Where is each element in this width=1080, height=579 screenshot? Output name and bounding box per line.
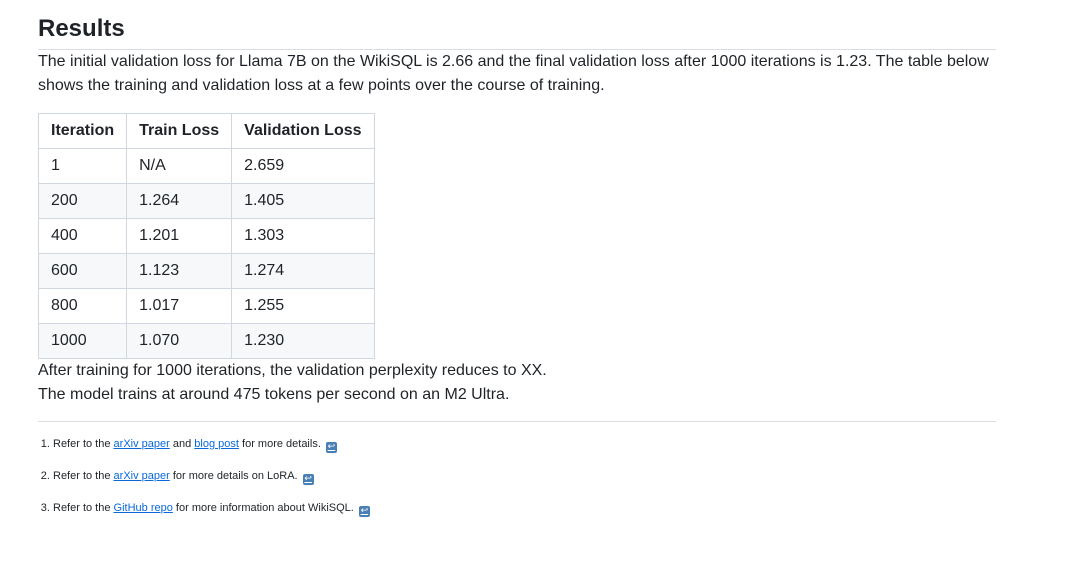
- table-row: 800 1.017 1.255: [37, 288, 375, 324]
- arxiv-paper-link[interactable]: arXiv paper: [114, 438, 170, 450]
- cell-iteration: 400: [37, 218, 128, 254]
- return-arrow-icon[interactable]: ↩: [325, 442, 337, 453]
- github-repo-link[interactable]: GitHub repo: [114, 502, 173, 514]
- table-row: 1000 1.070 1.230: [37, 323, 375, 359]
- footnote-text: Refer to the: [53, 438, 111, 450]
- footnotes: Refer to the arXiv paper and blog post f…: [38, 421, 996, 518]
- arxiv-paper-link[interactable]: arXiv paper: [114, 470, 170, 482]
- cell-validation-loss: 1.405: [231, 183, 375, 219]
- cell-validation-loss: 1.255: [231, 288, 375, 324]
- results-section: Results The initial validation loss for …: [37, 0, 996, 530]
- section-heading: Results: [38, 0, 996, 50]
- cell-train-loss: 1.017: [126, 288, 233, 324]
- footnote-text: Refer to the: [53, 470, 111, 482]
- table-row: 200 1.264 1.405: [37, 183, 375, 219]
- cell-iteration: 800: [37, 288, 128, 324]
- intro-paragraph: The initial validation loss for Llama 7B…: [38, 53, 989, 94]
- footnote-item: Refer to the arXiv paper and blog post f…: [53, 434, 996, 454]
- footnote-item: Refer to the GitHub repo for more inform…: [53, 498, 996, 518]
- cell-iteration: 1000: [37, 323, 128, 359]
- header-iteration: Iteration: [37, 113, 128, 149]
- speed-paragraph: The model trains at around 475 tokens pe…: [38, 386, 510, 403]
- perplexity-paragraph: After training for 1000 iterations, the …: [38, 362, 547, 379]
- cell-iteration: 600: [37, 253, 128, 289]
- cell-iteration: 1: [37, 148, 128, 184]
- cell-validation-loss: 1.230: [231, 323, 375, 359]
- footnote-text: for more information about WikiSQL.: [175, 502, 354, 514]
- cell-validation-loss: 2.659: [231, 148, 375, 184]
- footnote-text: and: [172, 438, 192, 450]
- cell-train-loss: 1.123: [126, 253, 233, 289]
- table-row: 600 1.123 1.274: [37, 253, 375, 289]
- table-header-row: Iteration Train Loss Validation Loss: [37, 113, 375, 149]
- cell-train-loss: 1.264: [126, 183, 233, 219]
- table-row: 400 1.201 1.303: [37, 218, 375, 254]
- cell-validation-loss: 1.274: [231, 253, 375, 289]
- header-train-loss: Train Loss: [126, 113, 233, 149]
- footnote-text: for more details on LoRA.: [172, 470, 298, 482]
- cell-iteration: 200: [37, 183, 128, 219]
- footnote-item: Refer to the arXiv paper for more detail…: [53, 466, 996, 486]
- footnote-text: for more details.: [242, 438, 321, 450]
- return-arrow-icon[interactable]: ↩: [358, 506, 370, 517]
- cell-train-loss: N/A: [126, 148, 233, 184]
- table-row: 1 N/A 2.659: [37, 148, 375, 184]
- cell-validation-loss: 1.303: [231, 218, 375, 254]
- cell-train-loss: 1.070: [126, 323, 233, 359]
- footnote-text: Refer to the: [53, 502, 111, 514]
- return-arrow-icon[interactable]: ↩: [302, 474, 314, 485]
- results-table: Iteration Train Loss Validation Loss 1 N…: [37, 113, 375, 359]
- header-validation-loss: Validation Loss: [231, 113, 375, 149]
- blog-post-link[interactable]: blog post: [194, 438, 239, 450]
- cell-train-loss: 1.201: [126, 218, 233, 254]
- footnote-list: Refer to the arXiv paper and blog post f…: [38, 434, 996, 518]
